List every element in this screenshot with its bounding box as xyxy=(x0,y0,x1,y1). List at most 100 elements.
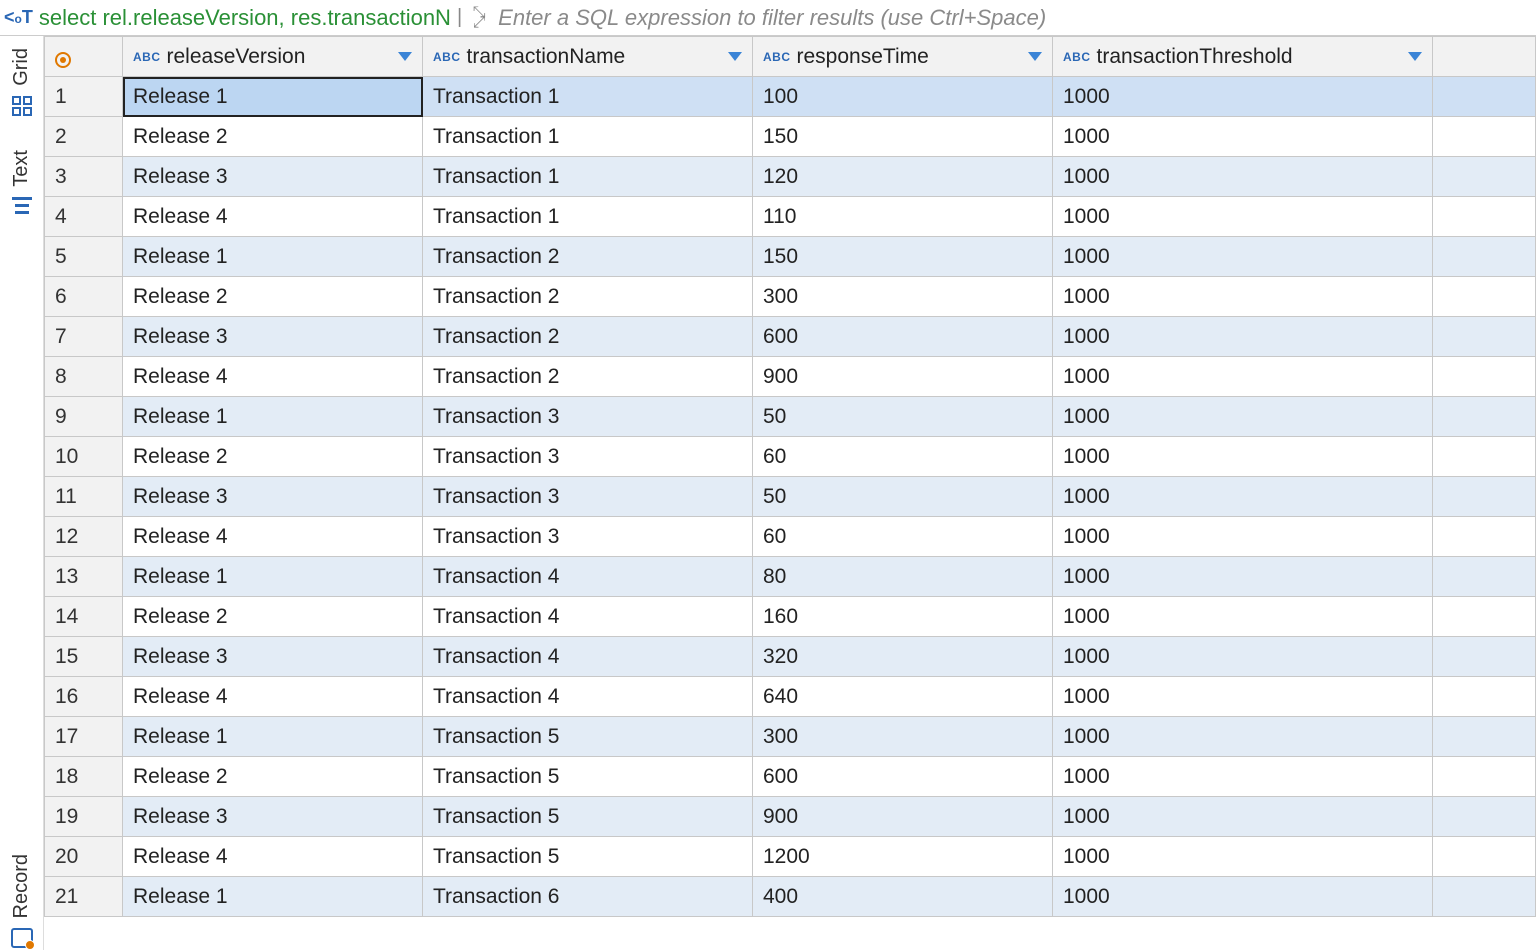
filter-dropdown-icon[interactable] xyxy=(1408,52,1422,61)
row-number[interactable]: 9 xyxy=(45,397,123,437)
sql-filter-input[interactable] xyxy=(496,4,1532,32)
cell[interactable]: Transaction 4 xyxy=(423,557,753,597)
table-row[interactable]: 19Release 3Transaction 59001000 xyxy=(45,797,1536,837)
grid-icon[interactable] xyxy=(10,94,34,118)
cell[interactable]: 1000 xyxy=(1053,477,1433,517)
cell[interactable]: 1000 xyxy=(1053,717,1433,757)
cell[interactable]: 1000 xyxy=(1053,317,1433,357)
cell[interactable]: Release 3 xyxy=(123,317,423,357)
cell[interactable]: 900 xyxy=(753,797,1053,837)
cell[interactable]: 150 xyxy=(753,237,1053,277)
table-row[interactable]: 20Release 4Transaction 512001000 xyxy=(45,837,1536,877)
cell[interactable]: Release 3 xyxy=(123,797,423,837)
cell[interactable]: Transaction 5 xyxy=(423,717,753,757)
cell[interactable]: Transaction 1 xyxy=(423,77,753,117)
cell[interactable]: 50 xyxy=(753,477,1053,517)
cell[interactable]: Release 3 xyxy=(123,477,423,517)
cell[interactable]: 60 xyxy=(753,437,1053,477)
cell[interactable]: 1000 xyxy=(1053,237,1433,277)
cell[interactable]: 1000 xyxy=(1053,357,1433,397)
cell[interactable]: 1000 xyxy=(1053,397,1433,437)
table-row[interactable]: 3Release 3Transaction 11201000 xyxy=(45,157,1536,197)
cell[interactable]: 600 xyxy=(753,317,1053,357)
text-icon[interactable] xyxy=(10,194,34,218)
cell[interactable]: Release 1 xyxy=(123,557,423,597)
cell[interactable]: Release 2 xyxy=(123,437,423,477)
cell[interactable]: Transaction 3 xyxy=(423,397,753,437)
cell[interactable]: 1000 xyxy=(1053,637,1433,677)
row-number[interactable]: 14 xyxy=(45,597,123,637)
row-number[interactable]: 16 xyxy=(45,677,123,717)
row-number[interactable]: 5 xyxy=(45,237,123,277)
cell[interactable]: 80 xyxy=(753,557,1053,597)
cell[interactable]: 160 xyxy=(753,597,1053,637)
cell[interactable]: Transaction 4 xyxy=(423,637,753,677)
cell[interactable]: 400 xyxy=(753,877,1053,917)
table-row[interactable]: 21Release 1Transaction 64001000 xyxy=(45,877,1536,917)
cell[interactable]: Release 1 xyxy=(123,237,423,277)
filter-dropdown-icon[interactable] xyxy=(1028,52,1042,61)
cell[interactable]: Release 2 xyxy=(123,117,423,157)
row-number[interactable]: 20 xyxy=(45,837,123,877)
filter-dropdown-icon[interactable] xyxy=(398,52,412,61)
tab-text[interactable]: Text xyxy=(10,144,33,193)
cell[interactable]: 150 xyxy=(753,117,1053,157)
cell[interactable]: 1000 xyxy=(1053,437,1433,477)
tab-grid[interactable]: Grid xyxy=(10,42,33,92)
column-header[interactable]: ABC releaseVersion xyxy=(123,37,423,77)
cell[interactable]: 50 xyxy=(753,397,1053,437)
row-number[interactable]: 21 xyxy=(45,877,123,917)
table-row[interactable]: 4Release 4Transaction 11101000 xyxy=(45,197,1536,237)
cell[interactable]: Transaction 5 xyxy=(423,757,753,797)
row-number[interactable]: 3 xyxy=(45,157,123,197)
table-row[interactable]: 11Release 3Transaction 3501000 xyxy=(45,477,1536,517)
column-header[interactable]: ABC transactionName xyxy=(423,37,753,77)
cell[interactable]: Transaction 2 xyxy=(423,317,753,357)
cell[interactable]: 640 xyxy=(753,677,1053,717)
table-row[interactable]: 5Release 1Transaction 21501000 xyxy=(45,237,1536,277)
cell[interactable]: Release 1 xyxy=(123,877,423,917)
table-row[interactable]: 18Release 2Transaction 56001000 xyxy=(45,757,1536,797)
table-row[interactable]: 2Release 2Transaction 11501000 xyxy=(45,117,1536,157)
cell[interactable]: Transaction 6 xyxy=(423,877,753,917)
cell[interactable]: Transaction 2 xyxy=(423,237,753,277)
row-number[interactable]: 17 xyxy=(45,717,123,757)
cell[interactable]: Release 1 xyxy=(123,77,423,117)
cell[interactable]: 110 xyxy=(753,197,1053,237)
row-number[interactable]: 13 xyxy=(45,557,123,597)
cell[interactable]: Transaction 4 xyxy=(423,597,753,637)
row-number[interactable]: 4 xyxy=(45,197,123,237)
table-row[interactable]: 15Release 3Transaction 43201000 xyxy=(45,637,1536,677)
cell[interactable]: Release 4 xyxy=(123,357,423,397)
row-number[interactable]: 2 xyxy=(45,117,123,157)
cell[interactable]: 1200 xyxy=(753,837,1053,877)
cell[interactable]: Release 2 xyxy=(123,277,423,317)
cell[interactable]: 1000 xyxy=(1053,77,1433,117)
cell[interactable]: 600 xyxy=(753,757,1053,797)
table-row[interactable]: 10Release 2Transaction 3601000 xyxy=(45,437,1536,477)
table-row[interactable]: 7Release 3Transaction 26001000 xyxy=(45,317,1536,357)
cell[interactable]: Transaction 1 xyxy=(423,197,753,237)
table-row[interactable]: 1Release 1Transaction 11001000 xyxy=(45,77,1536,117)
expand-panels-icon[interactable]: ⤡⤢ xyxy=(468,8,490,28)
cell[interactable]: Release 2 xyxy=(123,757,423,797)
cell[interactable]: 1000 xyxy=(1053,517,1433,557)
row-number[interactable]: 10 xyxy=(45,437,123,477)
cell[interactable]: 1000 xyxy=(1053,197,1433,237)
column-header[interactable]: ABC transactionThreshold xyxy=(1053,37,1433,77)
table-row[interactable]: 8Release 4Transaction 29001000 xyxy=(45,357,1536,397)
table-row[interactable]: 14Release 2Transaction 41601000 xyxy=(45,597,1536,637)
table-row[interactable]: 13Release 1Transaction 4801000 xyxy=(45,557,1536,597)
cell[interactable]: 1000 xyxy=(1053,837,1433,877)
cell[interactable]: Release 1 xyxy=(123,717,423,757)
cell[interactable]: 1000 xyxy=(1053,677,1433,717)
row-number[interactable]: 19 xyxy=(45,797,123,837)
cell[interactable]: 100 xyxy=(753,77,1053,117)
cell[interactable]: 900 xyxy=(753,357,1053,397)
table-row[interactable]: 6Release 2Transaction 23001000 xyxy=(45,277,1536,317)
cell[interactable]: 120 xyxy=(753,157,1053,197)
cell[interactable]: 1000 xyxy=(1053,757,1433,797)
cell[interactable]: 1000 xyxy=(1053,557,1433,597)
cell[interactable]: Transaction 3 xyxy=(423,437,753,477)
table-row[interactable]: 16Release 4Transaction 46401000 xyxy=(45,677,1536,717)
